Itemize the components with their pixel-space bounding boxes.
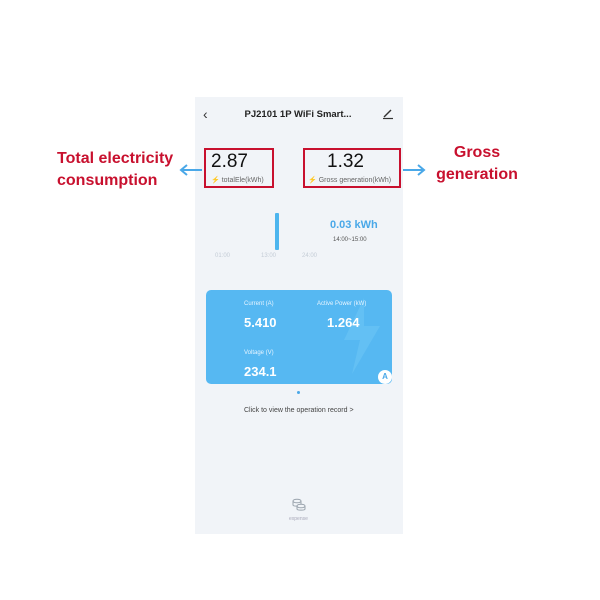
mode-button[interactable]: A <box>378 370 392 384</box>
annotation-gross: Gross generation <box>436 144 518 183</box>
back-icon[interactable]: ‹ <box>203 107 208 121</box>
coins-icon[interactable] <box>292 497 306 511</box>
highlight-box-total <box>204 148 274 188</box>
page-indicator <box>297 391 300 394</box>
tick-label: 24:00 <box>302 253 318 259</box>
time-range: 14:00~15:00 <box>333 237 367 243</box>
voltage-label: Voltage (V) <box>244 350 274 356</box>
tick-label: 01:00 <box>215 253 231 259</box>
annotation-total: Total electricity consumption <box>57 150 174 189</box>
tick-label: 13:00 <box>261 253 277 259</box>
device-title: PJ2101 1P WiFi Smart... <box>244 109 352 120</box>
edit-icon[interactable] <box>381 106 395 120</box>
highlight-box-gross <box>303 148 401 188</box>
arrow-right-icon <box>403 164 426 176</box>
chevron-right-icon: > <box>349 407 354 414</box>
arrow-left-icon <box>179 164 202 176</box>
energy-value: 0.03 kWh <box>330 219 378 231</box>
expense-label: expense <box>289 516 308 522</box>
operation-record-link[interactable]: Click to view the operation record > <box>244 407 354 414</box>
current-value: 5.410 <box>244 315 277 330</box>
chart-bar[interactable] <box>275 213 279 250</box>
metrics-card[interactable]: Current (A) 5.410 Active Power (kW) 1.26… <box>206 290 392 384</box>
active-power-label: Active Power (kW) <box>317 301 367 307</box>
current-label: Current (A) <box>244 301 274 307</box>
active-power-value: 1.264 <box>327 315 360 330</box>
lightning-watermark-icon <box>344 298 380 374</box>
voltage-value: 234.1 <box>244 364 277 379</box>
